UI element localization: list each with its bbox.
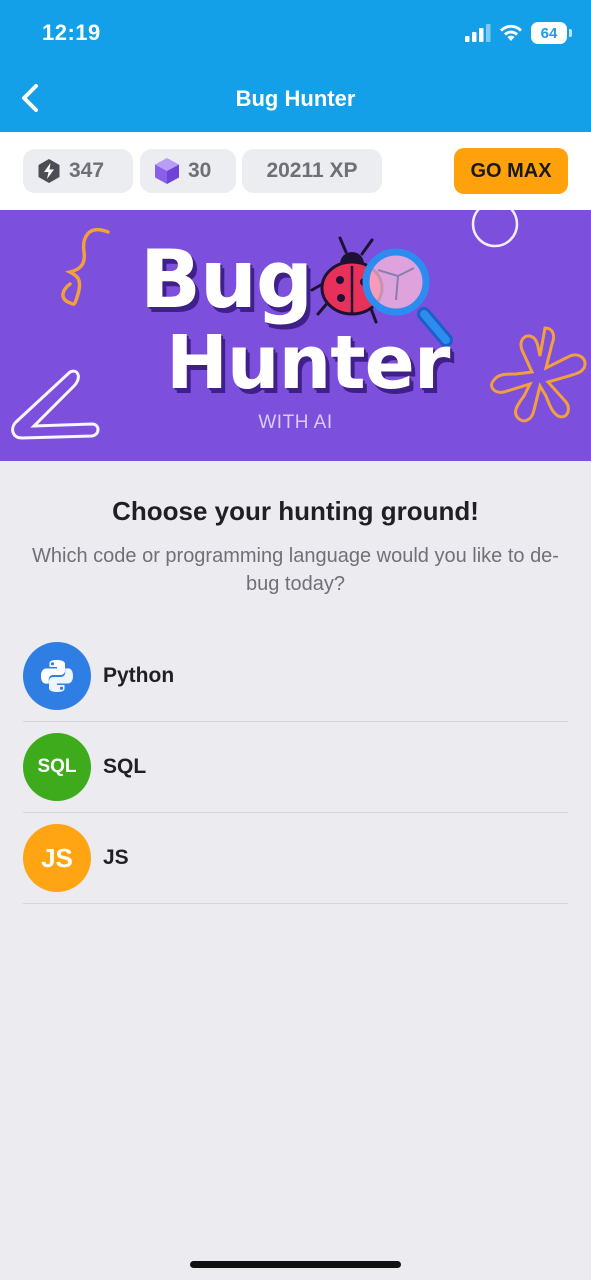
energy-chip[interactable]: 347 [23,149,133,193]
circle-decoration [471,210,519,248]
xp-value: 20211 XP [266,159,358,182]
sql-badge-text: SQL [37,756,77,777]
language-name: Python [103,664,175,687]
wifi-icon [500,24,522,41]
signal-icon [465,24,491,42]
xp-chip[interactable]: 20211 XP [242,149,382,193]
status-time: 12:19 [42,20,101,45]
go-max-button[interactable]: GO MAX [454,148,568,194]
banner-title-line1: Bug [140,233,313,326]
gems-chip[interactable]: 30 [140,149,236,193]
energy-value: 347 [69,159,105,182]
top-bar: 12:19 64 Bug Hunter [0,0,591,132]
cube-icon [155,158,179,184]
stats-bar: 347 30 20211 XP GO MAX [0,132,591,210]
js-badge: JS [23,824,91,892]
status-icons: 64 [465,22,572,44]
js-badge-text: JS [41,842,73,873]
curly-brace-decoration [61,228,110,306]
home-indicator[interactable] [190,1261,401,1268]
battery-icon: 64 [531,22,572,44]
section-heading: Choose your hunting ground! [112,496,479,526]
language-name: JS [103,846,129,869]
bug-hunter-banner: Bug Hunter WITH AI [0,210,591,461]
banner-subtitle: WITH AI [258,412,333,433]
sql-badge: SQL [23,733,91,801]
language-item-python[interactable]: Python [23,631,568,722]
bolt-shield-icon [38,159,60,183]
battery-level: 64 [540,24,558,42]
language-list: Python SQL SQL JS JS [23,631,568,904]
language-name: SQL [103,755,147,778]
asterisk-decoration [490,326,587,423]
python-icon [23,642,91,710]
language-item-sql[interactable]: SQL SQL [23,722,568,813]
language-item-js[interactable]: JS JS [23,813,568,904]
banner-title-line2: Hunter [166,320,450,406]
section-subheading: Which code or programming language would… [32,545,559,595]
gems-value: 30 [188,159,212,182]
page-title: Bug Hunter [235,86,356,111]
